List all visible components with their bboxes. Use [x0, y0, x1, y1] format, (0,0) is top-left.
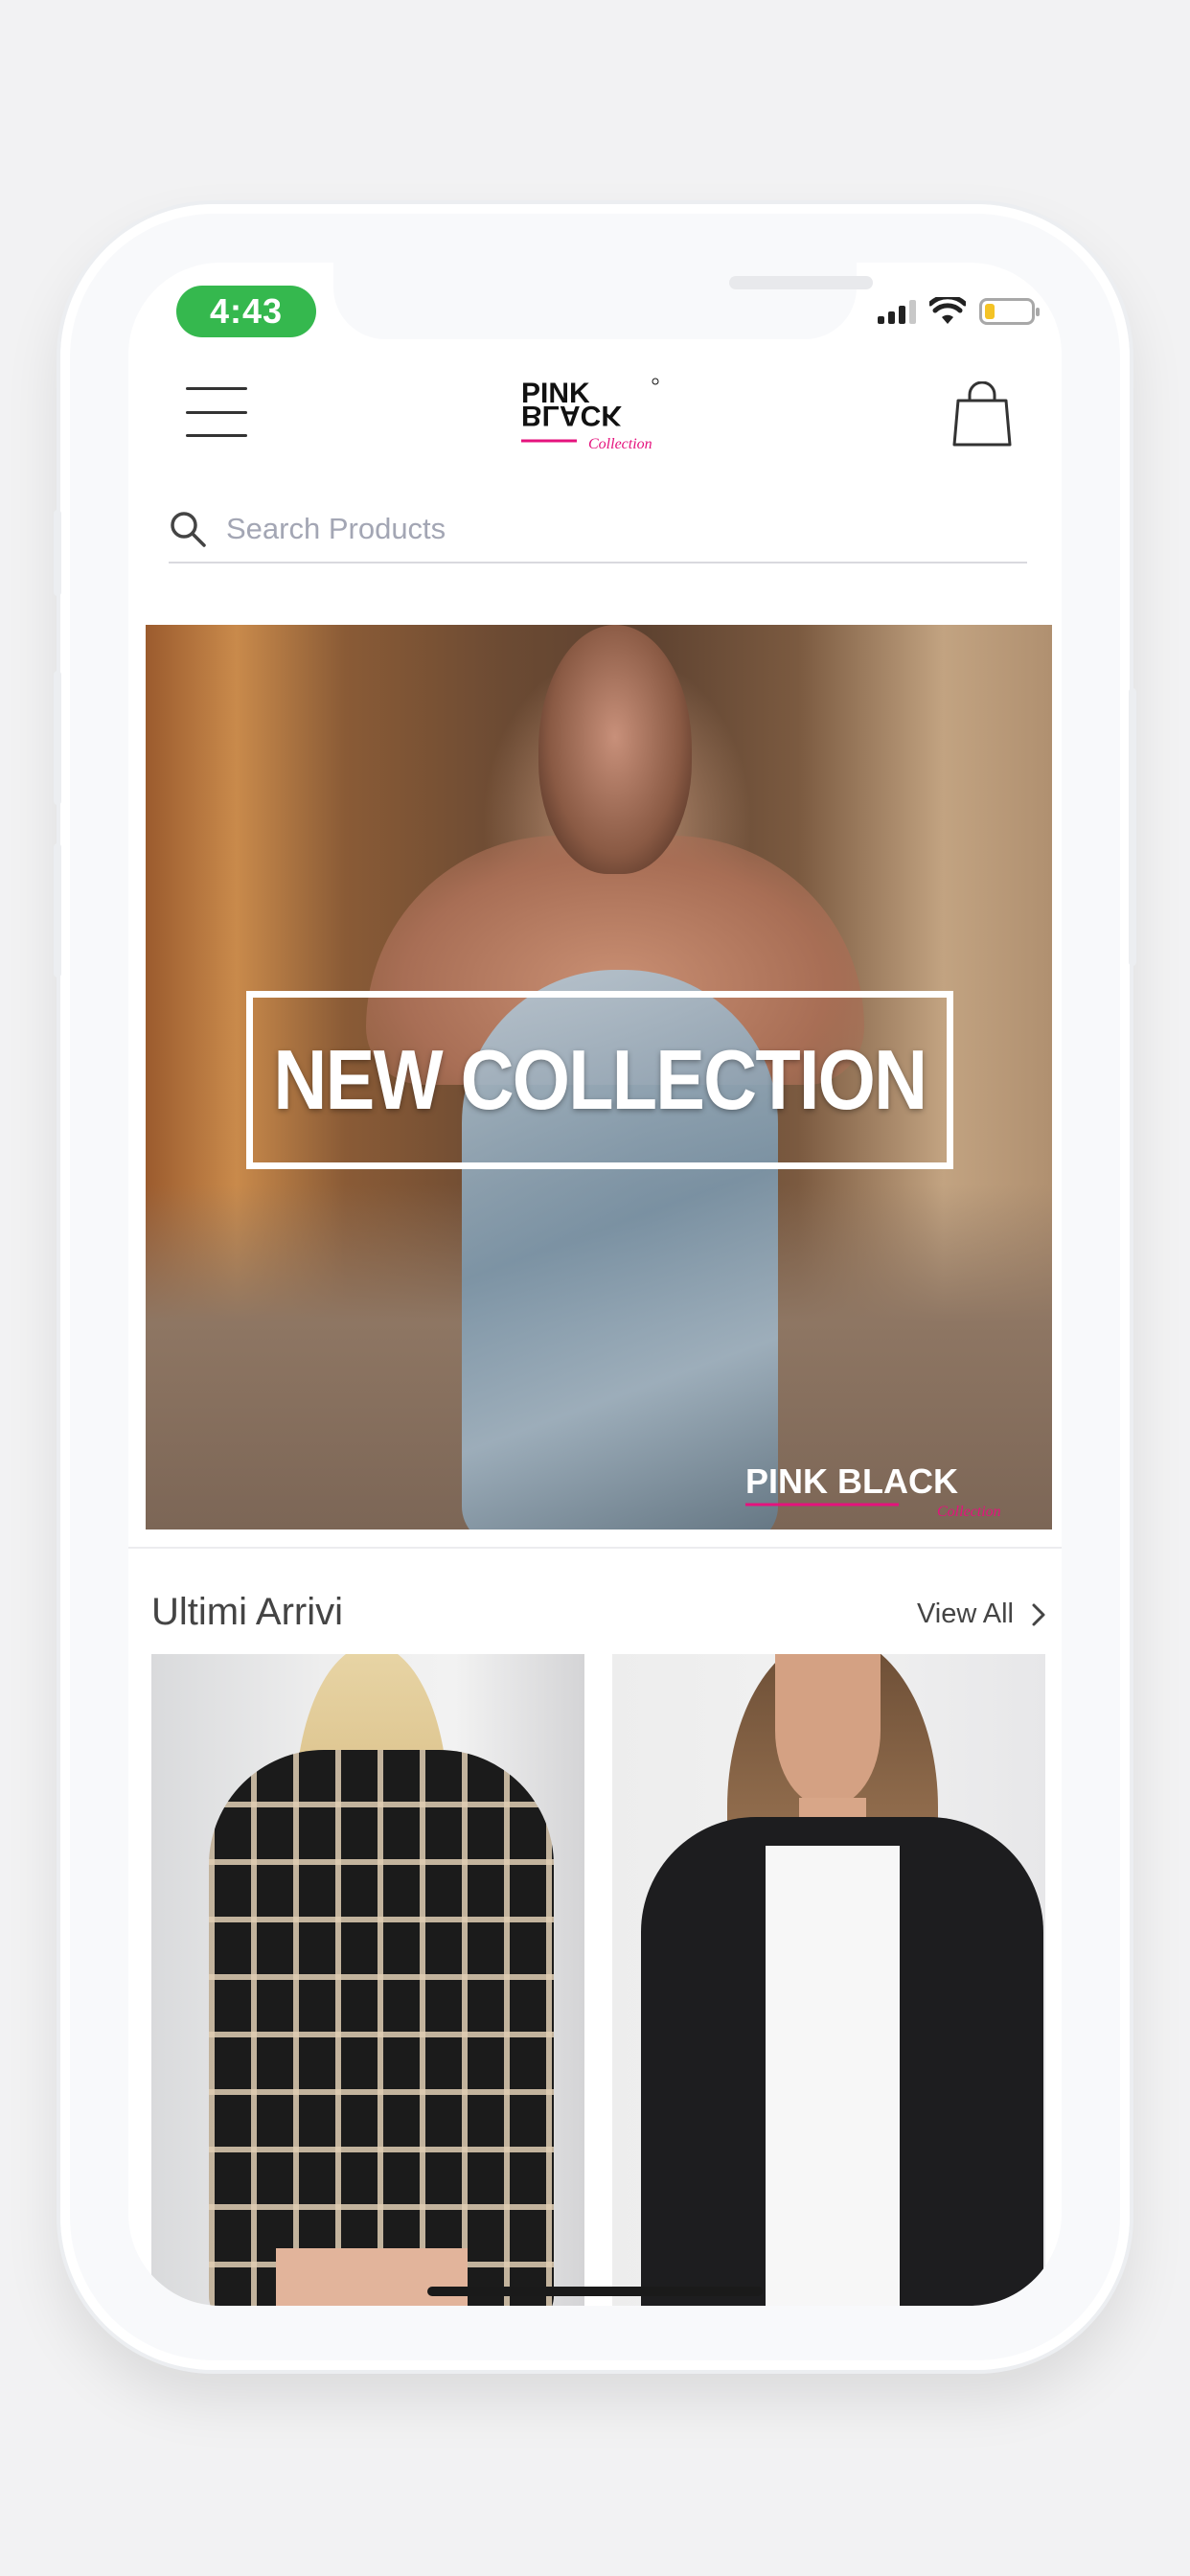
- product-card[interactable]: [151, 1654, 584, 2306]
- signal-icon: [878, 299, 916, 324]
- product-image-dress: [209, 1750, 554, 2306]
- brand-logo[interactable]: PINK BLACK Collection: [519, 374, 663, 460]
- product-card[interactable]: [612, 1654, 1045, 2306]
- section-title: Ultimi Arrivi: [151, 1591, 343, 1633]
- volume-up-button: [54, 671, 61, 805]
- power-button: [1129, 688, 1136, 966]
- app-screen: 4:43 PINK BLACK Collection Search Produc…: [128, 263, 1062, 2306]
- svg-text:Collection: Collection: [937, 1504, 1001, 1520]
- battery-icon: [979, 298, 1040, 325]
- product-image-face: [775, 1654, 881, 1807]
- speaker: [729, 276, 873, 289]
- product-image-shirt: [766, 1846, 900, 2306]
- product-image-legs: [276, 2248, 468, 2306]
- volume-down-button: [54, 843, 61, 978]
- status-icons: [878, 297, 1040, 326]
- search-input[interactable]: [226, 512, 993, 546]
- view-all-label: View All: [916, 1598, 1014, 1629]
- status-time: 4:43: [176, 286, 316, 337]
- view-all-link[interactable]: View All: [917, 1598, 1046, 1630]
- search-icon: [171, 512, 206, 547]
- search-bar[interactable]: [169, 496, 1027, 564]
- battery-fill: [985, 304, 995, 319]
- side-button: [54, 510, 61, 596]
- svg-text:PINK BLACK: PINK BLACK: [745, 1461, 958, 1501]
- hero-model-head: [538, 625, 692, 874]
- shopping-bag-icon[interactable]: [952, 381, 1012, 447]
- wifi-icon: [929, 297, 966, 324]
- home-indicator[interactable]: [427, 2287, 763, 2296]
- divider: [128, 1547, 1062, 1549]
- hero-banner[interactable]: NEW COLLECTION PINK BLACK Collection: [146, 625, 1052, 1530]
- notch: [333, 263, 873, 339]
- hero-banner-text: NEW COLLECTION: [273, 1032, 928, 1127]
- hero-banner-frame: NEW COLLECTION: [246, 991, 953, 1169]
- svg-text:BLACK: BLACK: [521, 400, 622, 431]
- chevron-right-icon: [1032, 1603, 1045, 1625]
- hero-brand-logo: PINK BLACK Collection: [745, 1461, 1001, 1520]
- hamburger-icon[interactable]: [186, 387, 247, 437]
- svg-text:Collection: Collection: [588, 436, 652, 452]
